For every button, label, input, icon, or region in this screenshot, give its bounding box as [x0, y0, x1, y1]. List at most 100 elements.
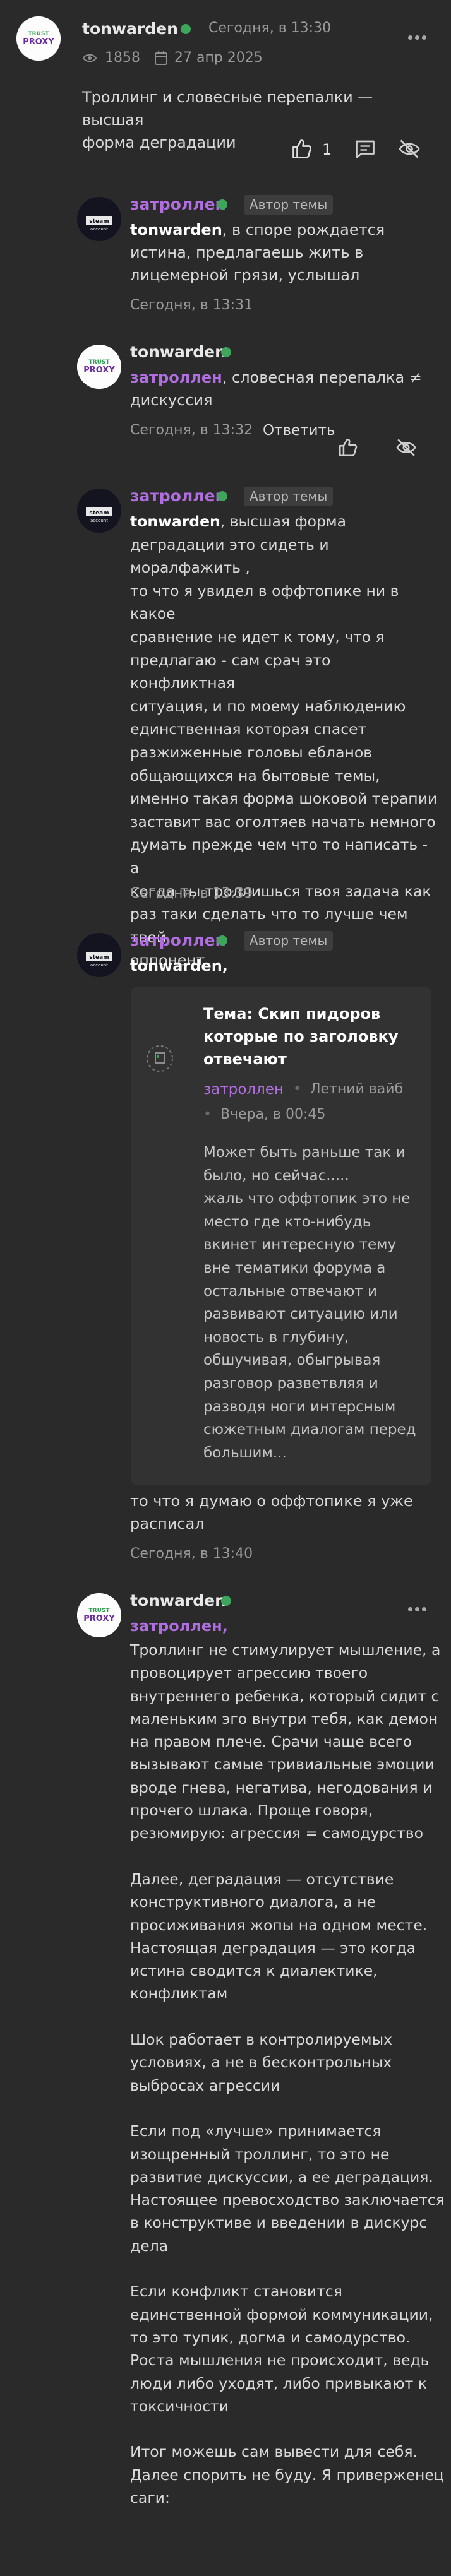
- author-name[interactable]: tonwarden: [130, 1589, 226, 1612]
- author-name[interactable]: tonwarden: [82, 18, 178, 40]
- quote-text: Может быть раньше так и было, но сейчас.…: [203, 1141, 424, 1464]
- comment-line: резюмирую: агрессия = самодурство: [130, 1824, 423, 1843]
- comment-line: саги:: [130, 2488, 170, 2507]
- post-line: форма деградации: [82, 134, 236, 151]
- comment-line: конфликтам: [130, 1985, 228, 2003]
- comment-line: то это тупик, догма и самодурство.: [130, 2328, 411, 2346]
- message-icon[interactable]: [354, 138, 376, 160]
- comment-line: [130, 2257, 446, 2280]
- mention[interactable]: tonwarden: [130, 221, 222, 239]
- more-icon[interactable]: [408, 1596, 433, 1611]
- topic-author-badge: Автор темы: [244, 487, 334, 506]
- quote-line: вне тематики форума а: [203, 1259, 386, 1276]
- avatar[interactable]: TRUST PROXY: [77, 1593, 121, 1637]
- author-name[interactable]: затроллен: [130, 929, 226, 952]
- mention[interactable]: затроллен: [130, 369, 222, 386]
- comment-line: [130, 2418, 446, 2440]
- quote-line: жаль что оффтопик это не: [203, 1190, 411, 1208]
- eye-off-icon[interactable]: [398, 138, 421, 160]
- svg-text:PROXY: PROXY: [23, 37, 54, 47]
- comment-text: , высшая форма: [220, 513, 347, 530]
- quote-line: вкинет интересную тему: [203, 1237, 397, 1254]
- comment-line: расписал: [130, 1515, 205, 1533]
- likes-count: 1: [322, 141, 332, 158]
- mention[interactable]: tonwarden,: [130, 954, 228, 977]
- comment-line: [130, 2005, 446, 2028]
- avatar[interactable]: steam account: [77, 933, 121, 977]
- online-indicator: [217, 491, 227, 501]
- author-name[interactable]: затроллен: [130, 193, 226, 216]
- reply-button[interactable]: Ответить: [263, 420, 335, 441]
- avatar[interactable]: steam account: [77, 197, 121, 241]
- svg-text:steam: steam: [89, 954, 109, 961]
- avatar[interactable]: TRUST PROXY: [77, 345, 121, 389]
- comment-time[interactable]: Сегодня, в 13:32: [130, 420, 253, 441]
- comment-text: , словесная перепалка ≠: [222, 369, 422, 386]
- comment-line: то что я думаю о оффтопике я уже: [130, 1492, 413, 1510]
- comment-line: Итог можешь сам вывести для себя.: [130, 2443, 418, 2461]
- thumbs-up-icon[interactable]: [291, 138, 313, 160]
- comment-line: [130, 2097, 446, 2120]
- comment-line: сравнение не идет к тому, что я: [130, 627, 385, 646]
- online-indicator: [217, 199, 227, 210]
- comment-line: единственной формой коммуникации,: [130, 2305, 433, 2324]
- comment-line: в конструктиве и введении в дискурс: [130, 2214, 428, 2232]
- avatar[interactable]: steam account: [77, 489, 121, 533]
- comment-line: Троллинг не стимулирует мышление, а: [130, 1641, 441, 1659]
- quote-line: остальные отвечают и: [203, 1283, 378, 1300]
- author-name[interactable]: tonwarden: [130, 341, 226, 364]
- comment-line: tonwarden, в споре рождается: [130, 218, 433, 241]
- quote-title-line: Тема: Скип пидоров: [203, 1005, 381, 1023]
- comment-line: разжиженные головы ебланов: [130, 743, 373, 761]
- comment-line: люди либо уходят, либо привыкают к: [130, 2374, 427, 2392]
- comment-line: лицемерной грязи, услышал: [130, 266, 360, 284]
- comment-line: единственная которая спасет: [130, 720, 367, 739]
- comment-time[interactable]: Сегодня, в 13:39: [130, 884, 253, 904]
- mention-text[interactable]: затроллен,: [130, 1617, 228, 1635]
- separator-dot: •: [293, 1081, 310, 1097]
- comment-line: провоцирует агрессию твоего: [130, 1664, 368, 1682]
- comment-line: просиживания жопы на одном месте.: [130, 1916, 428, 1934]
- author-name[interactable]: затроллен: [130, 485, 226, 507]
- quote-title[interactable]: Тема: Скип пидоров которые по заголовку …: [203, 1002, 418, 1071]
- comment-line: выбросах агрессии: [130, 2076, 280, 2094]
- quote-block[interactable]: Тема: Скип пидоров которые по заголовку …: [131, 987, 431, 1485]
- quote-line: было, но сейчас.....: [203, 1167, 349, 1184]
- comment-line: вроде гнева, негатива, негодования и: [130, 1778, 433, 1796]
- avatar[interactable]: [145, 1044, 174, 1073]
- comment-line: именно такая форма шоковой терапии: [130, 790, 438, 808]
- svg-text:account: account: [90, 227, 108, 232]
- comment-line: конструктивного диалога, а не: [130, 1893, 376, 1911]
- online-indicator: [221, 1596, 231, 1606]
- mention-text[interactable]: tonwarden,: [130, 957, 228, 975]
- quote-author[interactable]: затроллен: [203, 1079, 284, 1100]
- comment-line: условиях, а не в бесконтрольных: [130, 2053, 392, 2072]
- comment-line: истина, предлагаешь жить в: [130, 244, 364, 261]
- comment-line: затроллен, словесная перепалка ≠: [130, 366, 433, 389]
- svg-text:TRUST: TRUST: [89, 1608, 111, 1614]
- mention[interactable]: tonwarden: [130, 513, 220, 530]
- svg-text:TRUST: TRUST: [28, 31, 50, 37]
- avatar[interactable]: TRUST PROXY: [16, 16, 61, 61]
- quote-line: разговор разветвляя и: [203, 1375, 378, 1392]
- post-time[interactable]: Сегодня, в 13:30: [208, 18, 331, 39]
- mention[interactable]: затроллен,: [130, 1615, 228, 1637]
- online-indicator: [217, 935, 227, 946]
- comment-body: tonwarden, в споре рождается истина, пре…: [130, 218, 433, 287]
- comment-line: предлагаю - сам срач это конфликтная: [130, 651, 331, 692]
- comment-time[interactable]: Сегодня, в 13:31: [130, 295, 253, 316]
- comment-line: токсичности: [130, 2397, 229, 2415]
- svg-text:TRUST: TRUST: [89, 359, 111, 365]
- comment-time[interactable]: Сегодня, в 13:40: [130, 1544, 253, 1564]
- views-count: 1858: [105, 50, 140, 66]
- svg-text:steam: steam: [89, 218, 109, 225]
- comment-body: затроллен, словесная перепалка ≠ дискусс…: [130, 366, 433, 412]
- comment-line: Роста мышления не происходит, ведь: [130, 2351, 430, 2370]
- quote-line: разводя ноги интерсным: [203, 1398, 396, 1415]
- comment-line: tonwarden, высшая форма: [130, 510, 440, 533]
- thumbs-up-icon[interactable]: [337, 437, 359, 458]
- eye-icon: [82, 50, 97, 66]
- more-icon[interactable]: [408, 24, 433, 40]
- eye-off-icon[interactable]: [395, 437, 417, 458]
- comment-line: деградации это сидеть и моралфажить ,: [130, 535, 329, 577]
